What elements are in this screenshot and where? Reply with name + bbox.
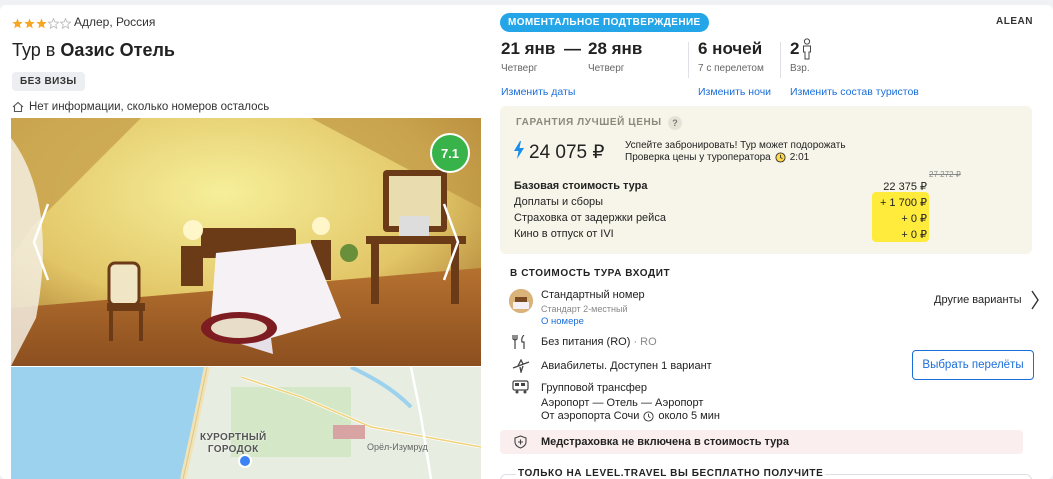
plane-icon — [512, 359, 530, 373]
price-row-delay-insurance-label: Страховка от задержки рейса — [514, 212, 666, 224]
star-filled-icon — [24, 18, 35, 29]
free-extras-title: ТОЛЬКО НА LEVEL.TRAVEL ВЫ БЕСПЛАТНО ПОЛУ… — [516, 468, 826, 479]
chevron-left-icon[interactable] — [30, 200, 52, 284]
hotel-title-prefix: Тур в — [12, 40, 56, 60]
price-row-ivi-value: + 0 ₽ — [901, 229, 927, 241]
hotel-stars — [12, 18, 71, 29]
choose-flights-button[interactable]: Выбрать перелёты — [912, 350, 1034, 380]
price-check-timer: 2:01 — [789, 152, 810, 163]
hotel-photo[interactable] — [11, 118, 481, 366]
house-icon — [12, 101, 24, 113]
meal-info: Без питания (RO) · RO — [541, 336, 657, 348]
visa-badge: БЕЗ ВИЗЫ — [12, 72, 85, 91]
star-filled-icon — [12, 18, 23, 29]
chevron-right-icon — [1030, 290, 1039, 310]
total-price: 24 075 ₽ — [529, 142, 605, 163]
price-check: Проверка цены у туроператора 2:01 — [625, 152, 809, 163]
chevron-right-icon[interactable] — [440, 200, 462, 284]
change-tourists-link[interactable]: Изменить состав туристов — [790, 86, 919, 98]
instant-confirmation-badge: МОМЕНТАЛЬНОЕ ПОДТВЕРЖДЕНИЕ — [500, 13, 709, 32]
star-filled-icon — [36, 18, 47, 29]
adults-count: 2 — [790, 39, 800, 58]
price-row-fees-value: + 1 700 ₽ — [879, 197, 927, 209]
adults-sub: Взр. — [790, 63, 810, 74]
map-label-city-line1: КУРОРТНЫЙ — [200, 432, 267, 443]
best-price-guarantee: ГАРАНТИЯ ЛУЧШЕЙ ЦЕНЫ — [516, 117, 662, 128]
change-nights-link[interactable]: Изменить ночи — [698, 86, 771, 98]
date-separator: — — [564, 39, 581, 58]
person-icon — [803, 38, 811, 60]
room-thumbnail-image — [509, 289, 533, 313]
about-room-link[interactable]: О номере — [541, 316, 584, 327]
price-check-text: Проверка цены у туроператора — [625, 152, 771, 163]
clock-icon — [643, 410, 654, 422]
hotel-location: Адлер, Россия — [74, 15, 156, 29]
tour-operator: ALEAN — [996, 16, 1033, 27]
star-empty-icon — [60, 18, 71, 29]
included-title: В СТОИМОСТЬ ТУРА ВХОДИТ — [510, 268, 671, 279]
other-variants-label: Другие варианты — [934, 294, 1022, 306]
divider — [780, 42, 781, 78]
shield-icon — [514, 435, 527, 449]
transfer-type: Групповой трансфер — [541, 382, 648, 394]
clock-icon — [775, 152, 786, 163]
cutlery-icon — [512, 335, 525, 349]
room-type: Стандарт 2-местный — [541, 304, 628, 314]
date-from: 21 янв — [501, 39, 556, 58]
price-row-base-label: Базовая стоимость тура — [514, 180, 648, 192]
price-row-ivi-label: Кино в отпуск от IVI — [514, 228, 614, 240]
lightning-icon — [514, 141, 524, 159]
insurance-text: Медстраховка не включена в стоимость тур… — [541, 436, 789, 448]
change-dates-link[interactable]: Изменить даты — [501, 86, 575, 98]
price-row-delay-insurance-value: + 0 ₽ — [901, 213, 927, 225]
room-thumbnail[interactable] — [509, 289, 533, 313]
transfer-time-prefix: От аэропорта Сочи — [541, 410, 640, 422]
hotel-title: Тур в Оазис Отель — [12, 40, 175, 61]
day-to: Четверг — [588, 63, 625, 74]
nights-count: 6 ночей — [698, 39, 763, 58]
divider — [688, 42, 689, 78]
map-image — [11, 367, 481, 479]
date-to: 28 янв — [588, 39, 643, 58]
hurry-message: Успейте забронировать! Тур может подорож… — [625, 140, 846, 151]
price-row-fees-label: Доплаты и сборы — [514, 196, 604, 208]
price-row-base-value: 22 375 ₽ — [883, 181, 927, 193]
hotel-room-image — [11, 118, 481, 366]
help-icon[interactable]: ? — [668, 116, 682, 130]
day-from: Четверг — [501, 63, 538, 74]
map-label-city: КУРОРТНЫЙ ГОРОДОК — [200, 432, 266, 456]
map-label-place: Орёл-Изумруд — [367, 442, 428, 452]
transfer-time: От аэропорта Сочи около 5 мин — [541, 410, 720, 422]
flights-info: Авиабилеты. Доступен 1 вариант — [541, 360, 712, 372]
map-label-city-line2: ГОРОДОК — [207, 444, 259, 455]
old-price: 27 272 ₽ — [929, 170, 961, 179]
bus-icon — [512, 380, 529, 394]
star-empty-icon — [48, 18, 59, 29]
rooms-info-text: Нет информации, сколько номеров осталось — [29, 101, 270, 113]
rooms-info: Нет информации, сколько номеров осталось — [12, 101, 269, 113]
hotel-name: Оазис Отель — [60, 40, 175, 60]
rating-badge: 7.1 — [430, 133, 470, 173]
meal-label: Без питания (RO) — [541, 336, 631, 348]
transfer-time-suffix: около 5 мин — [658, 410, 720, 422]
meal-code: · RO — [630, 336, 657, 348]
room-name: Стандартный номер — [541, 289, 645, 301]
hotel-map[interactable] — [11, 367, 481, 479]
other-variants-button[interactable]: Другие варианты — [934, 289, 1040, 311]
transfer-route: Аэропорт — Отель — Аэропорт — [541, 397, 704, 409]
nights-sub: 7 с перелетом — [698, 63, 764, 74]
